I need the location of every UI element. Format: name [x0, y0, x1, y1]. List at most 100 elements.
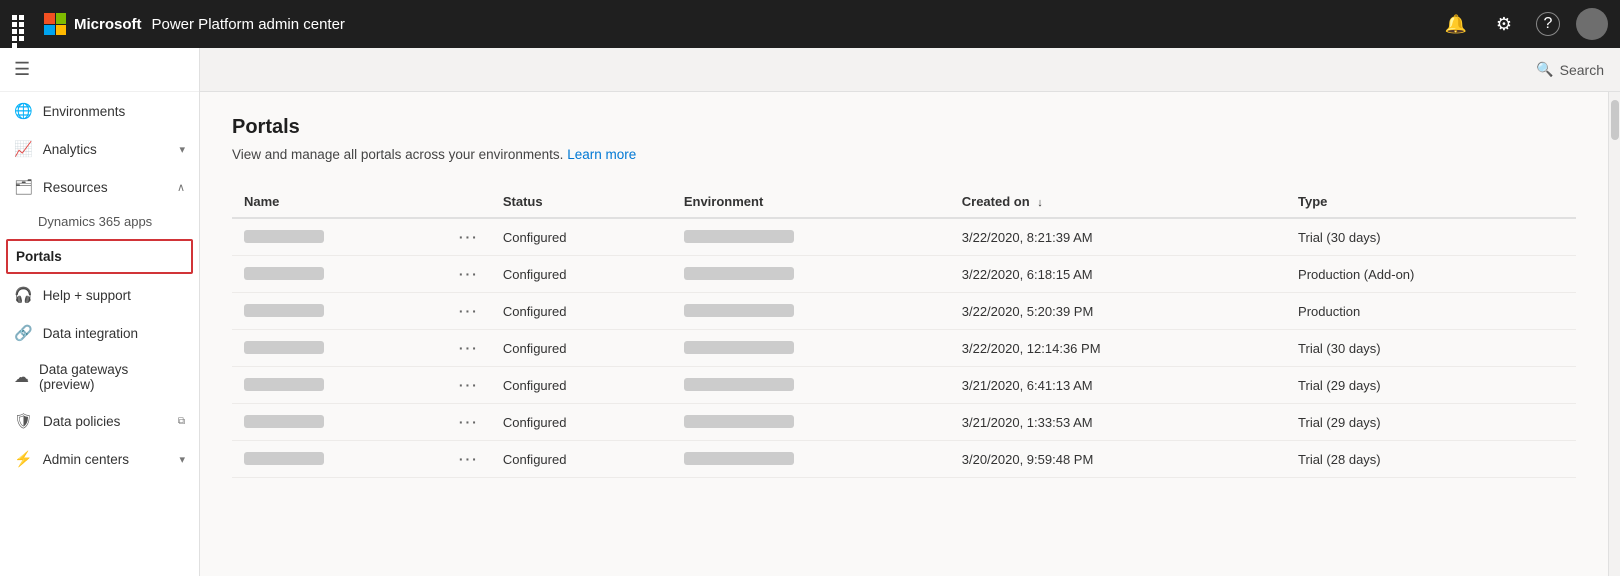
data-policies-icon: 🛡: [14, 412, 33, 430]
user-avatar[interactable]: [1576, 8, 1608, 40]
data-policies-label: Data policies: [43, 414, 168, 429]
cell-name: ████████: [232, 218, 447, 256]
cell-type: Production (Add-on): [1286, 256, 1576, 293]
dynamics365-label: Dynamics 365 apps: [38, 214, 152, 229]
page-subtitle: View and manage all portals across your …: [232, 147, 1576, 162]
cell-environment: ████████████: [672, 441, 950, 478]
cell-status: Configured: [491, 293, 672, 330]
table-row[interactable]: ████████ ··· Configured ████████████ 3/2…: [232, 256, 1576, 293]
cell-environment: ████████████: [672, 218, 950, 256]
cell-status: Configured: [491, 441, 672, 478]
analytics-chevron: ▾: [179, 143, 185, 156]
sidebar-item-data-policies[interactable]: 🛡 Data policies ⧉: [0, 402, 199, 440]
cell-created-on: 3/21/2020, 6:41:13 AM: [950, 367, 1286, 404]
learn-more-link[interactable]: Learn more: [567, 147, 636, 162]
cell-status: Configured: [491, 367, 672, 404]
page-title: Portals: [232, 116, 1576, 139]
table-row[interactable]: ████████ ··· Configured ████████████ 3/2…: [232, 330, 1576, 367]
cell-name: ████████: [232, 330, 447, 367]
resources-chevron: ∧: [177, 181, 185, 194]
sidebar-item-resources[interactable]: 🗂 Resources ∧: [0, 168, 199, 206]
help-icon[interactable]: ?: [1536, 12, 1560, 36]
sidebar: ☰ 🌐 Environments 📈 Analytics ▾ 🗂 Resourc…: [0, 48, 200, 576]
sidebar-item-portals[interactable]: Portals: [6, 239, 193, 274]
cell-status: Configured: [491, 404, 672, 441]
main-layout: ☰ 🌐 Environments 📈 Analytics ▾ 🗂 Resourc…: [0, 48, 1620, 576]
environments-label: Environments: [43, 104, 185, 119]
table-row[interactable]: ████████ ··· Configured ████████████ 3/2…: [232, 367, 1576, 404]
help-support-label: Help + support: [43, 288, 185, 303]
sort-icon: ↓: [1037, 197, 1043, 209]
resources-icon: 🗂: [14, 178, 33, 196]
cell-environment: ████████████: [672, 367, 950, 404]
cell-type: Production: [1286, 293, 1576, 330]
search-icon: 🔍: [1536, 61, 1553, 78]
data-gateways-label: Data gateways (preview): [39, 362, 185, 392]
table-row[interactable]: ████████ ··· Configured ████████████ 3/2…: [232, 218, 1576, 256]
scroll-thumb[interactable]: [1611, 100, 1619, 140]
cell-menu[interactable]: ···: [447, 367, 491, 404]
cell-name: ████████: [232, 441, 447, 478]
cell-menu[interactable]: ···: [447, 330, 491, 367]
cell-status: Configured: [491, 330, 672, 367]
cell-created-on: 3/22/2020, 8:21:39 AM: [950, 218, 1286, 256]
content-area: 🔍 Search Portals View and manage all por…: [200, 48, 1620, 576]
table-row[interactable]: ████████ ··· Configured ████████████ 3/2…: [232, 404, 1576, 441]
cell-name: ████████: [232, 404, 447, 441]
search-box[interactable]: 🔍 Search: [1536, 61, 1604, 78]
admin-centers-label: Admin centers: [43, 452, 170, 467]
table-header-row: Name Status Environment Created on: [232, 186, 1576, 218]
portals-label: Portals: [16, 249, 62, 264]
admin-centers-icon: ⚡: [14, 450, 33, 468]
col-header-environment: Environment: [672, 186, 950, 218]
cell-status: Configured: [491, 218, 672, 256]
col-header-created-on[interactable]: Created on ↓: [950, 186, 1286, 218]
sidebar-item-admin-centers[interactable]: ⚡ Admin centers ▾: [0, 440, 199, 478]
cell-type: Trial (28 days): [1286, 441, 1576, 478]
sidebar-item-environments[interactable]: 🌐 Environments: [0, 92, 199, 130]
admin-centers-chevron: ▾: [179, 453, 185, 466]
sidebar-item-data-gateways[interactable]: ☁ Data gateways (preview): [0, 352, 199, 402]
waffle-menu[interactable]: [12, 15, 30, 33]
data-policies-ext-icon: ⧉: [178, 416, 185, 427]
cell-type: Trial (29 days): [1286, 404, 1576, 441]
col-header-name: Name: [232, 186, 447, 218]
data-integration-icon: 🔗: [14, 324, 33, 342]
table-row[interactable]: ████████ ··· Configured ████████████ 3/2…: [232, 293, 1576, 330]
cell-environment: ████████████: [672, 404, 950, 441]
cell-menu[interactable]: ···: [447, 256, 491, 293]
content-body: Portals View and manage all portals acro…: [200, 92, 1608, 576]
sidebar-item-analytics[interactable]: 📈 Analytics ▾: [0, 130, 199, 168]
analytics-label: Analytics: [43, 142, 170, 157]
content-header: 🔍 Search: [200, 48, 1620, 92]
col-header-type: Type: [1286, 186, 1576, 218]
sidebar-item-dynamics365[interactable]: Dynamics 365 apps: [0, 206, 199, 237]
cell-menu[interactable]: ···: [447, 293, 491, 330]
cell-menu[interactable]: ···: [447, 441, 491, 478]
cell-menu[interactable]: ···: [447, 218, 491, 256]
cell-created-on: 3/22/2020, 5:20:39 PM: [950, 293, 1286, 330]
sidebar-item-help-support[interactable]: 🎧 Help + support: [0, 276, 199, 314]
help-support-icon: 🎧: [14, 286, 33, 304]
cell-status: Configured: [491, 256, 672, 293]
cell-type: Trial (30 days): [1286, 330, 1576, 367]
col-header-menu: [447, 186, 491, 218]
cell-environment: ████████████: [672, 293, 950, 330]
col-header-status: Status: [491, 186, 672, 218]
notifications-icon[interactable]: 🔔: [1440, 8, 1472, 40]
cell-name: ████████: [232, 293, 447, 330]
portals-table: Name Status Environment Created on: [232, 186, 1576, 478]
cell-created-on: 3/20/2020, 9:59:48 PM: [950, 441, 1286, 478]
app-name: Power Platform admin center: [152, 16, 345, 33]
scrollbar[interactable]: [1608, 92, 1620, 576]
topbar-right: 🔔 ⚙ ?: [1440, 8, 1608, 40]
cell-menu[interactable]: ···: [447, 404, 491, 441]
hamburger-button[interactable]: ☰: [14, 59, 30, 80]
sidebar-item-data-integration[interactable]: 🔗 Data integration: [0, 314, 199, 352]
table-row[interactable]: ████████ ··· Configured ████████████ 3/2…: [232, 441, 1576, 478]
cell-created-on: 3/22/2020, 12:14:36 PM: [950, 330, 1286, 367]
microsoft-logo: Microsoft: [44, 13, 142, 35]
microsoft-label: Microsoft: [74, 16, 142, 33]
settings-icon[interactable]: ⚙: [1488, 8, 1520, 40]
environments-icon: 🌐: [14, 102, 33, 120]
